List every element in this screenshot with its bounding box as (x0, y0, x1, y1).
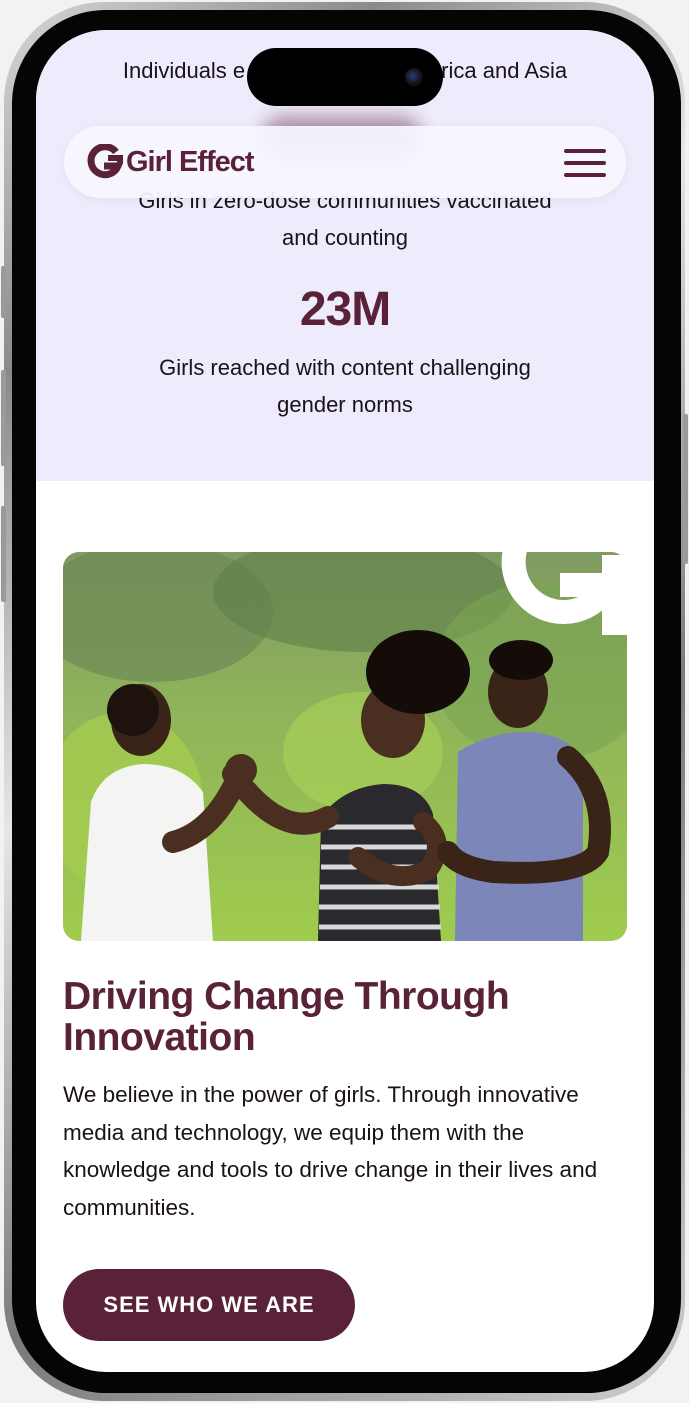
girl-effect-logo[interactable]: Girl Effect (84, 144, 255, 180)
screen: Individuals e rica and Asia Girls in zero… (36, 30, 654, 1372)
dynamic-island (247, 48, 443, 106)
g-brand-mark-icon (501, 515, 630, 635)
volume-down-button (1, 506, 6, 602)
hamburger-menu-icon[interactable] (562, 146, 608, 180)
front-camera-icon (405, 68, 423, 86)
stat-value-23m: 23M (299, 283, 391, 336)
girl-effect-logo-icon (87, 144, 124, 179)
see-who-we-are-button[interactable]: SEE WHO WE ARE (63, 1269, 355, 1341)
logo-text: Girl Effect (126, 145, 255, 178)
section-headline: Driving Change Through Innovation (63, 975, 510, 1059)
section-body-text: We believe in the power of girls. Throug… (63, 1082, 598, 1220)
action-button (1, 266, 6, 318)
site-header: Girl Effect (64, 126, 626, 198)
volume-up-button (1, 370, 6, 466)
power-button (683, 414, 688, 564)
stat-girls-reached-text: Girls reached with content challenging g… (159, 355, 531, 417)
